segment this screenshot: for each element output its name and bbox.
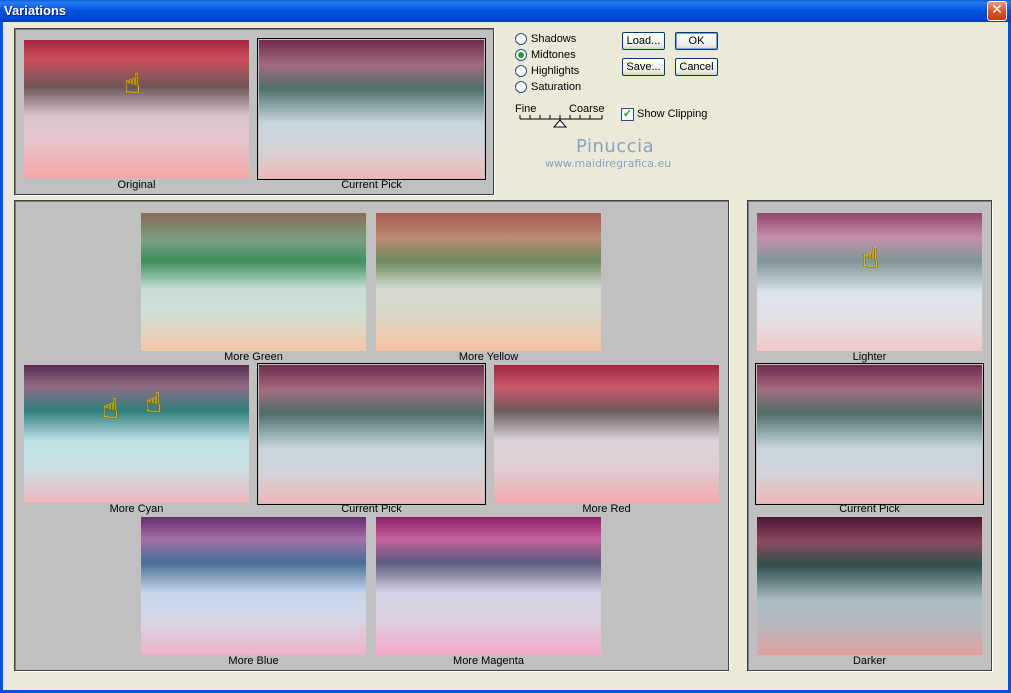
- slider-thumb-icon: [552, 119, 568, 128]
- show-clipping-label: Show Clipping: [637, 108, 708, 120]
- cancel-button[interactable]: Cancel: [675, 58, 718, 76]
- more-cyan-label: More Cyan: [109, 503, 164, 515]
- lighter-preview[interactable]: [757, 213, 982, 351]
- fine-coarse-slider[interactable]: [518, 113, 604, 129]
- more-blue-preview[interactable]: [141, 517, 366, 655]
- more-magenta-preview[interactable]: [376, 517, 601, 655]
- current-pick-preview-center[interactable]: [257, 363, 486, 505]
- radio-label: Highlights: [531, 65, 580, 77]
- more-yellow-preview[interactable]: [376, 213, 601, 351]
- radio-label: Shadows: [531, 33, 577, 45]
- darker-preview[interactable]: [757, 517, 982, 655]
- watermark-url: www.maidiregrafica.eu: [545, 157, 672, 170]
- more-magenta-label: More Magenta: [453, 655, 524, 667]
- radio-saturation[interactable]: Saturation: [515, 79, 581, 95]
- hand-pointer-icon: ☝: [102, 392, 120, 425]
- save-button[interactable]: Save...: [622, 58, 665, 76]
- more-yellow-label: More Yellow: [458, 351, 519, 363]
- radio-circle-icon: [515, 81, 527, 93]
- radio-circle-icon: [515, 65, 527, 77]
- original-label: Original: [117, 179, 156, 191]
- original-preview[interactable]: [24, 40, 249, 178]
- hand-pointer-icon: ☝: [862, 241, 880, 274]
- radio-shadows[interactable]: Shadows: [515, 31, 576, 47]
- hand-pointer-icon: ☝: [124, 67, 142, 100]
- darker-label: Darker: [852, 655, 886, 667]
- current-pick-preview-right[interactable]: [755, 363, 984, 505]
- close-icon: ✕: [991, 2, 1003, 18]
- watermark-logo: Pinuccia: [576, 136, 655, 157]
- current-pick-preview-top[interactable]: [257, 38, 486, 180]
- show-clipping-checkbox[interactable]: ✓: [621, 108, 634, 121]
- radio-label: Saturation: [531, 81, 582, 93]
- radio-checked-icon: [515, 49, 527, 61]
- radio-label: Midtones: [531, 49, 576, 61]
- more-blue-label: More Blue: [228, 655, 279, 667]
- more-green-preview[interactable]: [141, 213, 366, 351]
- radio-midtones[interactable]: Midtones: [515, 47, 576, 63]
- hand-pointer-icon: ☝: [145, 386, 163, 419]
- current-pick-label-top: Current Pick: [341, 179, 402, 191]
- current-pick-label-center: Current Pick: [341, 503, 402, 515]
- radio-circle-icon: [515, 33, 527, 45]
- more-red-label: More Red: [582, 503, 631, 515]
- current-pick-label-right: Current Pick: [839, 503, 900, 515]
- more-green-label: More Green: [224, 351, 283, 363]
- close-button[interactable]: ✕: [987, 1, 1007, 21]
- radio-highlights[interactable]: Highlights: [515, 63, 579, 79]
- title-bar: Variations ✕: [0, 0, 1011, 22]
- more-red-preview[interactable]: [494, 365, 719, 503]
- more-cyan-preview[interactable]: [24, 365, 249, 503]
- lighter-label: Lighter: [852, 351, 887, 363]
- load-button[interactable]: Load...: [622, 32, 665, 50]
- window-title: Variations: [4, 3, 67, 18]
- ok-button[interactable]: OK: [675, 32, 718, 50]
